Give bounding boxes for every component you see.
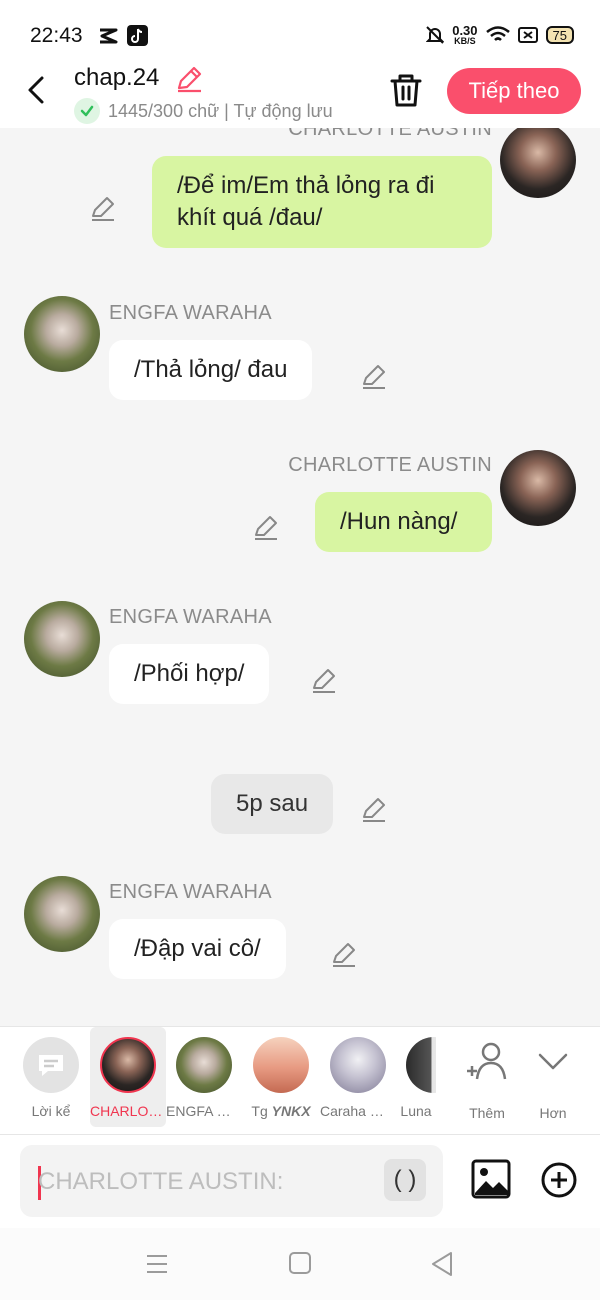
avatar-engfa-waraha[interactable] bbox=[24, 876, 100, 952]
character-label: Caraha Wi... bbox=[320, 1103, 396, 1119]
save-status: 1445/300 chữ | Tự động lưu bbox=[74, 98, 333, 124]
capcut-icon bbox=[100, 28, 118, 44]
character-avatar bbox=[406, 1037, 436, 1093]
character-avatar bbox=[253, 1037, 309, 1093]
net-speed-unit: KB/S bbox=[454, 36, 476, 46]
message-line: /Hun nàng/ bbox=[340, 508, 458, 535]
expand-picker-button[interactable]: Hơn bbox=[528, 1041, 578, 1125]
character-narrator[interactable]: Lời kể bbox=[13, 1027, 89, 1127]
edit-message-icon[interactable] bbox=[330, 940, 358, 968]
character-engfa-waraha[interactable]: ENGFA WARAHA bbox=[166, 1027, 242, 1127]
edit-title-icon[interactable] bbox=[174, 64, 204, 94]
edit-message-icon[interactable] bbox=[89, 194, 117, 222]
character-avatar bbox=[100, 1037, 156, 1093]
message-line: khít quá /đau/ bbox=[177, 204, 323, 231]
edit-message-icon[interactable] bbox=[252, 513, 280, 541]
battery-icon: 75 bbox=[545, 26, 574, 44]
wifi-icon bbox=[485, 26, 510, 41]
character-caraha[interactable]: Caraha Wi... bbox=[320, 1027, 396, 1127]
character-label: ENGFA WARAHA bbox=[166, 1103, 242, 1119]
speaker-name: ENGFA WARAHA bbox=[109, 606, 272, 628]
recent-apps-icon[interactable] bbox=[145, 1253, 169, 1275]
edit-message-icon[interactable] bbox=[310, 666, 338, 694]
character-label: Lời kể bbox=[31, 1103, 71, 1119]
message-bubble[interactable]: /Phối hợp/ bbox=[109, 644, 270, 704]
check-icon bbox=[74, 98, 100, 124]
character-charlotte-austin[interactable]: CHARLOTTE AUSTIN bbox=[90, 1027, 166, 1127]
status-time: 22:43 bbox=[30, 24, 83, 47]
edit-message-icon[interactable] bbox=[360, 362, 388, 390]
message-line: /Thả lỏng/ đau bbox=[134, 356, 288, 383]
home-icon[interactable] bbox=[289, 1252, 311, 1274]
next-button[interactable]: Tiếp theo bbox=[447, 68, 581, 114]
net-speed: 0.30 KB/S bbox=[452, 24, 477, 46]
character-picker: Lời kể CHARLOTTE AUSTIN ENGFA WARAHA Tg … bbox=[0, 1026, 600, 1134]
character-label: CHARLOTTE AUSTIN bbox=[90, 1103, 166, 1119]
more-characters-label: Thêm bbox=[469, 1105, 505, 1121]
word-count-autosave: 1445/300 chữ | Tự động lưu bbox=[108, 100, 333, 121]
message-bubble[interactable]: /Thả lỏng/ đau bbox=[109, 340, 313, 400]
add-person-icon bbox=[467, 1042, 507, 1080]
add-icon[interactable] bbox=[540, 1161, 578, 1199]
avatar-charlotte-austin[interactable] bbox=[500, 450, 576, 526]
avatar-engfa-waraha[interactable] bbox=[24, 601, 100, 677]
add-character-button[interactable]: Thêm bbox=[462, 1041, 512, 1125]
speaker-name: ENGFA WARAHA bbox=[109, 302, 272, 324]
message-line: /Để im/Em thả lỏng ra đi bbox=[177, 172, 435, 199]
editor-header: chap.24 1445/300 chữ | Tự động lưu Tiếp … bbox=[0, 62, 600, 128]
speaker-name: CHARLOTTE AUSTIN bbox=[288, 128, 492, 140]
avatar-charlotte-austin[interactable] bbox=[500, 128, 576, 198]
avatar-engfa-waraha[interactable] bbox=[24, 296, 100, 372]
character-tg-ynkx[interactable]: Tg YNKX bbox=[243, 1027, 319, 1127]
chevron-down-icon bbox=[538, 1053, 568, 1070]
system-nav-bar bbox=[0, 1228, 600, 1300]
message-line: 5p sau bbox=[236, 790, 309, 817]
narrator-icon bbox=[23, 1037, 79, 1093]
character-label-prefix: Tg bbox=[251, 1103, 272, 1119]
chat-area[interactable]: CHARLOTTE AUSTIN /Để im/Em thả lỏng ra đ… bbox=[0, 128, 600, 1026]
chapter-title[interactable]: chap.24 bbox=[74, 64, 159, 92]
back-icon[interactable] bbox=[22, 72, 54, 108]
image-icon[interactable] bbox=[471, 1159, 511, 1199]
message-bubble[interactable]: /Hun nàng/ bbox=[315, 492, 492, 552]
message-bubble[interactable]: /Đập vai cô/ bbox=[109, 919, 286, 979]
character-label-emph: YNKX bbox=[271, 1103, 311, 1119]
character-avatar bbox=[330, 1037, 386, 1093]
status-bar: 22:43 0.30 KB/S 75 bbox=[0, 0, 600, 62]
nav-back-icon[interactable] bbox=[430, 1250, 454, 1278]
message-line: /Đập vai cô/ bbox=[134, 935, 261, 962]
narration-bubble[interactable]: 5p sau bbox=[211, 774, 334, 834]
message-line: /Phối hợp/ bbox=[134, 660, 245, 687]
compose-bar: CHARLOTTE AUSTIN: ( ) bbox=[0, 1134, 600, 1228]
character-label: Luna bbox=[400, 1103, 432, 1119]
sim-icon bbox=[517, 27, 538, 43]
trash-icon[interactable] bbox=[386, 70, 426, 110]
speaker-name: CHARLOTTE AUSTIN bbox=[288, 454, 492, 476]
mute-bell-icon bbox=[426, 26, 445, 44]
input-placeholder: CHARLOTTE AUSTIN: bbox=[38, 1168, 284, 1195]
character-avatar bbox=[176, 1037, 232, 1093]
speaker-name: ENGFA WARAHA bbox=[109, 881, 272, 903]
tiktok-icon bbox=[127, 25, 148, 46]
expand-label: Hơn bbox=[539, 1105, 567, 1121]
character-label: Tg YNKX bbox=[243, 1103, 319, 1119]
character-luna[interactable]: Luna bbox=[396, 1027, 436, 1127]
edit-message-icon[interactable] bbox=[360, 795, 388, 823]
status-indicators: 0.30 KB/S 75 bbox=[426, 24, 574, 46]
message-bubble[interactable]: /Để im/Em thả lỏng ra đi khít quá /đau/ bbox=[152, 156, 492, 248]
action-parentheses-button[interactable]: ( ) bbox=[384, 1159, 426, 1201]
